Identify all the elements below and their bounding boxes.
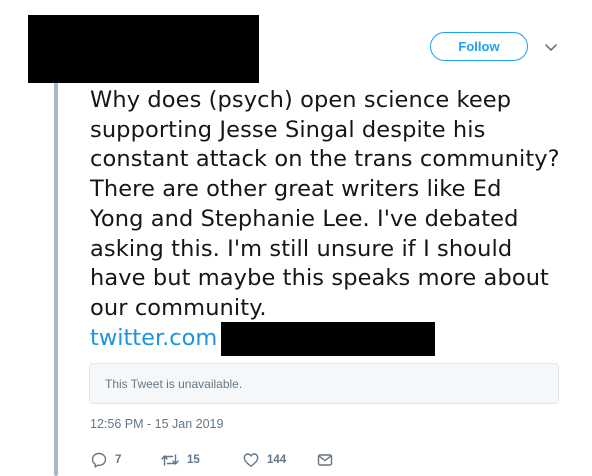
reply-count: 7 (115, 454, 122, 466)
tweet-text: Why does (psych) open science keep suppo… (90, 86, 570, 324)
retweet-count: 15 (187, 454, 200, 466)
reply-button[interactable]: 7 (90, 450, 121, 470)
envelope-icon (317, 454, 333, 466)
retweet-button[interactable]: 15 (160, 450, 200, 470)
quoted-tweet-card[interactable]: This Tweet is unavailable. (89, 363, 559, 404)
direct-message-button[interactable] (316, 450, 334, 470)
tweet-text-line: Why does (psych) open science keep (90, 87, 512, 113)
redacted-author-block (28, 15, 259, 83)
heart-icon (243, 453, 259, 467)
tweet-text-line: have but maybe this speaks more about (90, 265, 549, 292)
tweet-timestamp[interactable]: 12:56 PM - 15 Jan 2019 (90, 417, 223, 431)
thread-line (54, 82, 58, 476)
tweet-link[interactable]: twitter.com (90, 323, 217, 353)
quoted-tweet-unavailable-text: This Tweet is unavailable. (105, 376, 243, 391)
like-count: 144 (267, 454, 287, 466)
tweet-text-line: There are other great writers like Ed (90, 176, 502, 203)
tweet-text-line: our community. (90, 294, 267, 321)
chevron-down-icon[interactable] (542, 40, 560, 54)
like-button[interactable]: 144 (242, 450, 286, 470)
tweet-text-line: asking this. I'm still unsure if I shoul… (90, 235, 513, 262)
retweet-icon (161, 454, 179, 466)
tweet-text-line: Yong and Stephanie Lee. I've debated (90, 205, 519, 232)
tweet-text-line: supporting Jesse Singal despite his (90, 116, 486, 143)
redacted-link-block (221, 322, 435, 356)
tweet-text-line: constant attack on the trans community? (90, 146, 560, 173)
follow-button[interactable]: Follow (430, 32, 528, 61)
reply-icon (91, 452, 107, 468)
